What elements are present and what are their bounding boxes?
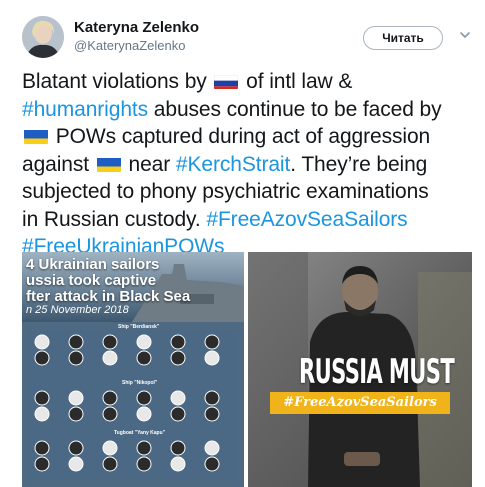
- ukraine-flag-icon: [96, 155, 121, 172]
- poster-hashtag-banner: #FreeAzovSeaSailors: [270, 392, 450, 414]
- hashtag-link[interactable]: #humanrights: [22, 98, 148, 121]
- avatar-photo-icon: [22, 16, 64, 58]
- tweet-text-segment: Blatant violations by: [22, 70, 213, 93]
- tweet-text-segment: of intl law &: [240, 70, 353, 93]
- author-name[interactable]: Kateryna Zelenko: [74, 19, 199, 36]
- sailor-portrait-icon: [68, 456, 84, 472]
- tweet-line: subjected to phony psychiatric examinati…: [22, 178, 472, 206]
- sailor-portrait-icon: [204, 350, 220, 366]
- tweet-text-segment: against: [22, 152, 95, 176]
- tweet-line: Blatant violations by of intl law &: [22, 68, 472, 96]
- sailor-portrait-icon: [170, 350, 186, 366]
- tweet-text-segment: subjected to phony psychiatric examinati…: [22, 180, 429, 203]
- sailor-portrait-icon: [34, 440, 50, 456]
- hashtag-link[interactable]: #KerchStrait: [176, 153, 290, 176]
- sailor-portrait-icon: [102, 406, 118, 422]
- sailor-portrait-icon: [34, 456, 50, 472]
- sailor-portrait-icon: [136, 350, 152, 366]
- sailor-portrait-icon: [204, 456, 220, 472]
- sailor-portrait-icon: [136, 456, 152, 472]
- sailor-portrait-icon: [34, 334, 50, 350]
- sailor-portrait-icon: [170, 406, 186, 422]
- tweet-text-segment: . They’re being: [290, 152, 428, 176]
- hashtag-link[interactable]: #FreeAzovSeaSailors: [206, 208, 407, 231]
- ukraine-flag-icon: [24, 127, 48, 144]
- sailor-portrait-icon: [68, 334, 84, 350]
- poster-headline: RUSSIA MUST: [299, 352, 455, 392]
- sailor-portrait-icon: [204, 334, 220, 350]
- sailor-portrait-icon: [68, 350, 84, 366]
- sailor-portrait-icon: [170, 440, 186, 456]
- sailor-portrait-icon: [136, 406, 152, 422]
- sailor-portrait-icon: [102, 456, 118, 472]
- sailor-portrait-icon: [34, 406, 50, 422]
- media-grid: 4 Ukrainian sailors ussia took captive f…: [22, 252, 472, 487]
- sailor-portrait-icon: [34, 350, 50, 366]
- sailor-portrait-icon: [68, 406, 84, 422]
- sailor-portrait-icon: [102, 350, 118, 366]
- russia-flag-icon: [214, 72, 239, 89]
- sailor-portrait-icon: [34, 390, 50, 406]
- tweet-line: in Russian custody. #FreeAzovSeaSailors: [22, 206, 472, 234]
- follow-button[interactable]: Читать: [363, 26, 443, 50]
- sailor-portrait-icon: [170, 456, 186, 472]
- author-handle[interactable]: @KaterynaZelenko: [74, 38, 185, 53]
- infographic-image[interactable]: 4 Ukrainian sailors ussia took captive f…: [22, 252, 244, 487]
- sailor-portrait-icon: [170, 334, 186, 350]
- tweet-text-segment: near: [122, 152, 176, 176]
- protest-photo-image[interactable]: RUSSIA MUST #FreeAzovSeaSailors: [248, 252, 472, 487]
- tweet-line: #humanrights abuses continue to be faced…: [22, 96, 472, 124]
- sailor-portrait-icon: [136, 390, 152, 406]
- chevron-down-icon[interactable]: [458, 28, 472, 42]
- tweet-text-segment: in Russian custody.: [22, 207, 207, 231]
- tweet-text-segment: abuses continue to be faced by: [148, 97, 442, 121]
- tweet-line: against near #KerchStrait. They’re being: [22, 151, 472, 179]
- tweet-text-segment: POWs captured during act of aggression: [50, 125, 431, 148]
- tweet-line: POWs captured during act of aggression: [22, 123, 472, 151]
- avatar[interactable]: [22, 16, 64, 58]
- poster-hashtag: #FreeAzovSeaSailors: [283, 395, 437, 410]
- sailor-portrait-icon: [102, 440, 118, 456]
- sailor-portrait-icon: [136, 334, 152, 350]
- sailor-portrait-icon: [204, 406, 220, 422]
- sailor-portrait-icon: [204, 440, 220, 456]
- sailor-portrait-icon: [136, 440, 152, 456]
- sailor-portrait-icon: [68, 390, 84, 406]
- tweet-text: Blatant violations by of intl law & #huma…: [22, 68, 472, 261]
- sailor-portrait-icon: [170, 390, 186, 406]
- sailor-portrait-icon: [68, 440, 84, 456]
- tweet-header: Kateryna Zelenko @KaterynaZelenko Читать: [0, 0, 485, 70]
- sailor-portrait-icon: [102, 390, 118, 406]
- sailor-portrait-icon: [204, 390, 220, 406]
- sailor-portraits: [34, 334, 220, 472]
- sailor-portrait-icon: [102, 334, 118, 350]
